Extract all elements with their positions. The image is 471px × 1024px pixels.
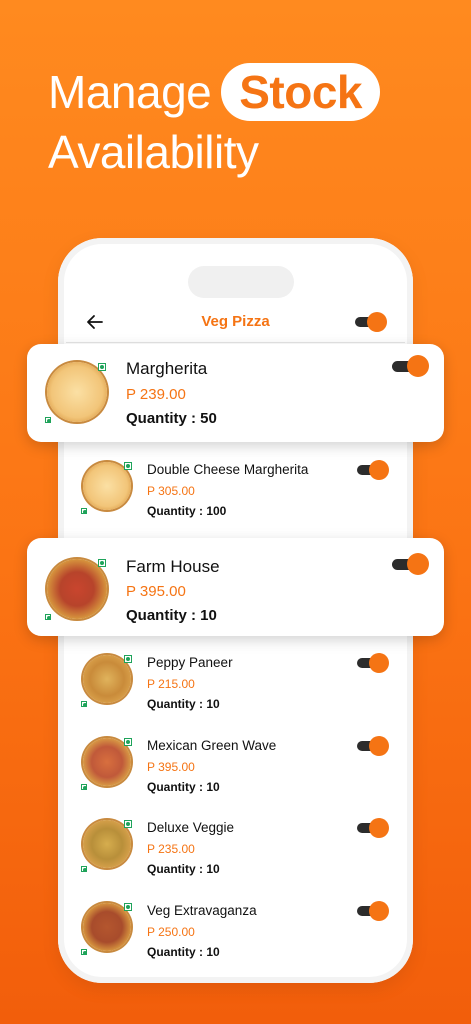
item-name: Farm House: [126, 557, 220, 576]
list-item: Mexican Green Wave P 395.00 Quantity : 1…: [66, 732, 405, 814]
toggle-knob: [407, 355, 429, 377]
item-price: P 395.00: [147, 760, 195, 774]
phone-notch: [188, 266, 294, 298]
item-name: Mexican Green Wave: [147, 738, 277, 753]
stock-toggle[interactable]: [357, 901, 389, 921]
toggle-knob: [369, 460, 389, 480]
veg-mark-icon: [45, 614, 51, 620]
item-name: Peppy Paneer: [147, 655, 233, 670]
list-item: Double Cheese Margherita P 305.00 Quanti…: [66, 456, 405, 538]
promo-headline: Manage Stock Availability: [48, 62, 380, 182]
stock-toggle[interactable]: [357, 818, 389, 838]
list-item: Deluxe Veggie P 235.00 Quantity : 10: [66, 814, 405, 896]
item-name: Double Cheese Margherita: [147, 462, 309, 477]
category-toggle[interactable]: [355, 312, 387, 332]
item-price: P 305.00: [147, 484, 195, 498]
item-price: P 395.00: [126, 583, 186, 600]
veg-mark-icon: [81, 866, 87, 872]
pizza-image: [47, 362, 107, 422]
item-quantity: Quantity : 10: [147, 945, 220, 959]
veg-mark-icon: [124, 655, 132, 663]
veg-mark-icon: [98, 363, 106, 371]
veg-mark-icon: [81, 949, 87, 955]
item-name: Veg Extravaganza: [147, 903, 257, 918]
item-quantity: Quantity : 10: [147, 780, 220, 794]
item-name: Deluxe Veggie: [147, 820, 235, 835]
toggle-knob: [369, 653, 389, 673]
app-header: Veg Pizza: [66, 301, 405, 343]
veg-mark-icon: [81, 784, 87, 790]
featured-card-margherita: Margherita P 239.00 Quantity : 50: [27, 344, 444, 442]
item-quantity: Quantity : 50: [126, 410, 217, 427]
veg-mark-icon: [124, 903, 132, 911]
list-item: Veg Extravaganza P 250.00 Quantity : 10: [66, 897, 405, 975]
pizza-image: [47, 559, 107, 619]
veg-mark-icon: [81, 508, 87, 514]
item-price: P 235.00: [147, 842, 195, 856]
item-price: P 239.00: [126, 386, 186, 403]
veg-mark-icon: [124, 820, 132, 828]
veg-mark-icon: [98, 559, 106, 567]
stock-toggle[interactable]: [357, 736, 389, 756]
veg-mark-icon: [45, 417, 51, 423]
item-quantity: Quantity : 100: [147, 504, 227, 518]
item-quantity: Quantity : 10: [147, 862, 220, 876]
item-quantity: Quantity : 10: [147, 697, 220, 711]
veg-mark-icon: [81, 701, 87, 707]
veg-mark-icon: [124, 462, 132, 470]
stock-toggle[interactable]: [392, 553, 429, 575]
toggle-knob: [369, 818, 389, 838]
item-price: P 250.00: [147, 925, 195, 939]
item-price: P 215.00: [147, 677, 195, 691]
stock-toggle[interactable]: [357, 460, 389, 480]
featured-card-farm-house: Farm House P 395.00 Quantity : 10: [27, 538, 444, 636]
item-name: Margherita: [126, 359, 208, 378]
toggle-knob: [369, 736, 389, 756]
list-item: Peppy Paneer P 215.00 Quantity : 10: [66, 649, 405, 731]
headline-manage: Manage: [48, 66, 212, 118]
toggle-knob: [369, 901, 389, 921]
headline-availability: Availability: [48, 126, 259, 178]
veg-mark-icon: [124, 738, 132, 746]
item-quantity: Quantity : 10: [126, 607, 217, 624]
toggle-knob: [367, 312, 387, 332]
toggle-knob: [407, 553, 429, 575]
stock-toggle[interactable]: [392, 355, 429, 377]
headline-highlight-pill: Stock: [221, 63, 380, 121]
stock-toggle[interactable]: [357, 653, 389, 673]
